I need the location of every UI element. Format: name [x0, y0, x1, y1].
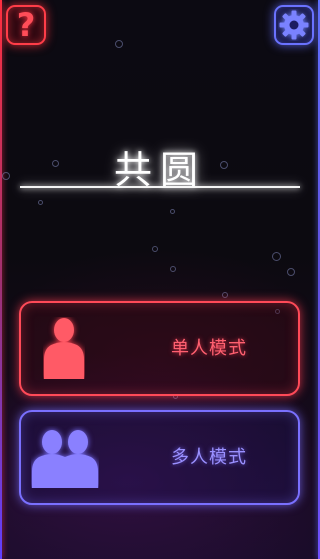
bubble: [272, 252, 281, 261]
person-icon: [44, 318, 84, 379]
main-menu-screen: ? 共圆 单人模式 多人模式: [0, 0, 320, 559]
multiplayer-label: 多人模式: [171, 447, 247, 468]
game-title: 共圆: [113, 148, 206, 192]
single-player-button[interactable]: 单人模式: [19, 301, 300, 396]
bubble: [287, 268, 295, 276]
people-icon: [32, 430, 98, 488]
title-container: 共圆: [0, 146, 320, 194]
left-neon-edge: [0, 0, 2, 559]
bubble: [222, 292, 228, 298]
bubble: [152, 246, 158, 252]
bubble: [170, 209, 175, 214]
question-icon: ?: [16, 6, 36, 44]
bubble: [38, 200, 43, 205]
multiplayer-button[interactable]: 多人模式: [19, 410, 300, 505]
bubble: [115, 40, 123, 48]
gear-icon: [279, 10, 309, 40]
single-player-label: 单人模式: [171, 338, 247, 359]
bubble: [170, 266, 176, 272]
settings-button[interactable]: [274, 5, 314, 45]
help-button[interactable]: ?: [6, 5, 46, 45]
